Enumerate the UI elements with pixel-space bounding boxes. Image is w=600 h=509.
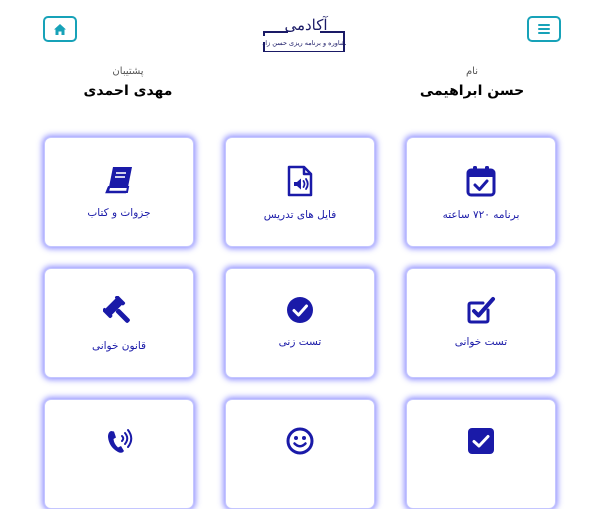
card-label: قانون خوانی (91, 340, 147, 352)
card-checklist[interactable] (406, 399, 556, 509)
card-test-reading[interactable]: تست خوانی (406, 268, 556, 378)
logo-title: آکادمی (284, 16, 328, 34)
card-booklets-and-books[interactable]: جزوات و کتاب (44, 137, 194, 247)
calendar-check-icon (466, 166, 496, 197)
logo-subtitle: مشاوره و برنامه ریزی حسن زاده (262, 39, 346, 47)
student-info: نام حسن ابراهیمی (392, 66, 552, 99)
supporter-info: پشتیبان مهدی احمدی (48, 66, 208, 99)
academy-logo: آکادمی مشاوره و برنامه ریزی حسن زاده (259, 8, 350, 53)
check-circle-icon (287, 297, 313, 323)
audio-file-icon (287, 165, 313, 197)
smile-icon (286, 427, 314, 455)
supporter-label: پشتیبان (112, 66, 144, 77)
home-icon (54, 23, 66, 35)
gavel-icon (103, 296, 130, 323)
card-720-hour-program[interactable]: برنامه ۷۲۰ ساعته (406, 137, 556, 247)
checkbox-edit-icon (467, 297, 495, 324)
card-label: برنامه ۷۲۰ ساعته (442, 209, 520, 221)
supporter-name: مهدی احمدی (83, 83, 173, 99)
card-teaching-files[interactable]: فایل های تدریس (225, 137, 375, 247)
student-label: نام (465, 66, 479, 77)
menu-button[interactable] (527, 16, 561, 42)
card-label: تست خوانی (454, 336, 508, 348)
phone-volume-icon (108, 429, 133, 453)
student-name: حسن ابراهیمی (419, 83, 525, 99)
card-law-reading[interactable]: قانون خوانی (44, 268, 194, 378)
hamburger-menu-icon (538, 24, 550, 34)
card-test-taking[interactable]: تست زنی (225, 268, 375, 378)
card-label: جزوات و کتاب (87, 207, 151, 219)
card-label: تست زنی (278, 336, 322, 348)
book-icon (105, 167, 132, 194)
card-mood[interactable] (225, 399, 375, 509)
card-contact[interactable] (44, 399, 194, 509)
home-button[interactable] (43, 16, 77, 42)
card-label: فایل های تدریس (263, 209, 337, 221)
check-square-icon (468, 428, 494, 454)
